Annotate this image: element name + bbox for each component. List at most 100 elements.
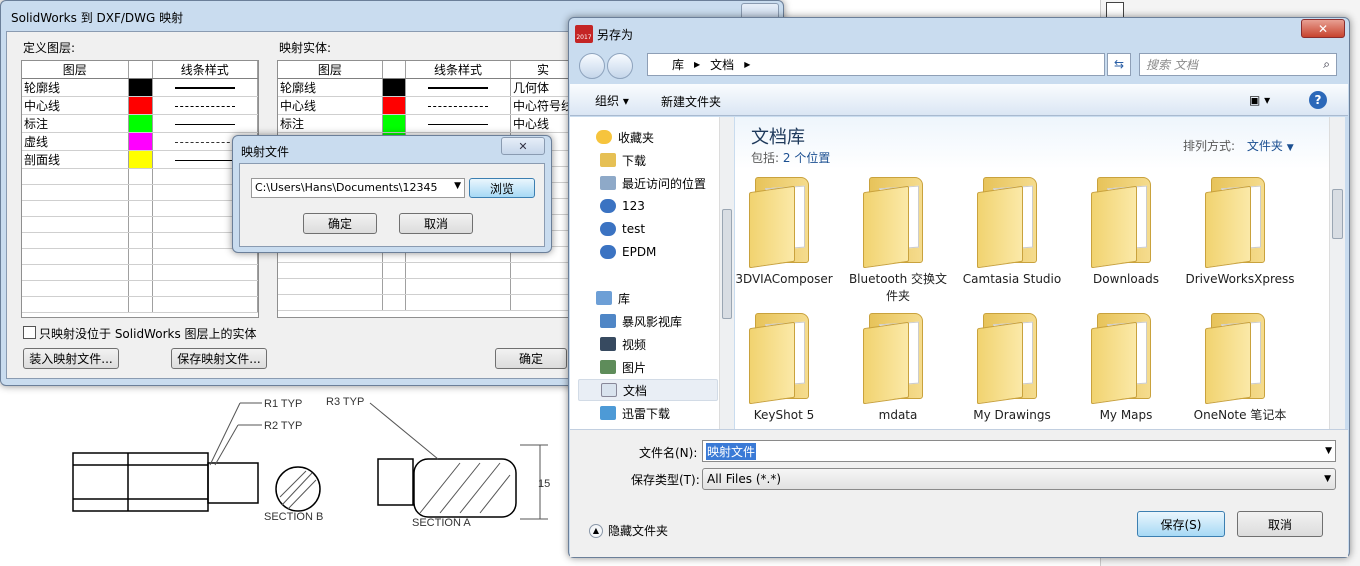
forward-button[interactable] [607, 53, 633, 79]
view-options-button[interactable]: ▣ ▾ [1249, 93, 1285, 109]
layer-color-cell[interactable] [382, 262, 407, 279]
layer-color-cell[interactable] [128, 232, 153, 249]
folder-item[interactable]: KeyShot 5 [735, 313, 839, 424]
map-file-ok-button[interactable]: 确定 [303, 213, 377, 234]
locations-link[interactable]: 2 个位置 [783, 151, 830, 165]
table-row[interactable]: 轮廓线 几何体 [278, 78, 576, 97]
only-unassigned-checkbox[interactable] [23, 326, 36, 339]
define-layers-grid[interactable]: 图层 线条样式 轮廓线 中心线 标注 虚线 剖面线 [21, 60, 259, 318]
layer-name-cell[interactable] [22, 168, 129, 185]
map-file-path-combobox[interactable]: C:\Users\Hans\Documents\12345 ▼ [251, 178, 465, 198]
chevron-right-icon[interactable]: ▶ [744, 60, 750, 69]
back-button[interactable] [579, 53, 605, 79]
chevron-down-icon[interactable]: ▼ [1287, 143, 1294, 153]
layer-color-cell[interactable] [128, 150, 153, 169]
filename-input[interactable]: 映射文件 ▼ [702, 440, 1336, 462]
layer-color-cell[interactable] [382, 78, 407, 97]
col-layer[interactable]: 图层 [22, 61, 129, 79]
chevron-right-icon[interactable]: ▶ [694, 60, 700, 69]
layer-color-cell[interactable] [128, 184, 153, 201]
line-style-cell[interactable] [152, 114, 258, 133]
entity-cell[interactable]: 几何体 [510, 78, 576, 97]
table-row[interactable] [22, 264, 258, 281]
layer-color-cell[interactable] [128, 280, 153, 297]
help-icon[interactable]: ? [1309, 91, 1327, 109]
nav-downloads[interactable]: 下载 [600, 149, 646, 171]
table-row[interactable] [22, 184, 258, 201]
entity-cell[interactable]: 中心线 [510, 114, 576, 133]
line-style-cell[interactable] [405, 78, 511, 97]
table-row[interactable] [22, 232, 258, 249]
layer-color-cell[interactable] [128, 114, 153, 133]
line-style-cell[interactable] [152, 264, 258, 281]
line-style-cell[interactable] [405, 294, 511, 311]
layer-color-cell[interactable] [128, 168, 153, 185]
map-file-cancel-button[interactable]: 取消 [399, 213, 473, 234]
content-pane[interactable]: 文档库 包括: 2 个位置 排列方式: 文件夹 ▼ 3DVIAComposer B… [735, 117, 1329, 429]
col-color[interactable] [382, 61, 407, 79]
table-row[interactable] [22, 248, 258, 265]
breadcrumb-documents[interactable]: 文档 [710, 56, 734, 73]
line-style-cell[interactable] [405, 278, 511, 295]
nav-pictures[interactable]: 图片 [600, 356, 646, 378]
line-style-cell[interactable] [405, 96, 511, 115]
nav-scrollbar[interactable] [719, 117, 734, 429]
table-row[interactable]: 虚线 [22, 132, 258, 151]
layer-name-cell[interactable] [22, 280, 129, 297]
content-scrollbar[interactable] [1329, 117, 1345, 429]
folder-item[interactable]: Downloads [1071, 177, 1181, 288]
col-layer[interactable]: 图层 [278, 61, 383, 79]
table-row[interactable] [278, 262, 576, 279]
table-row[interactable] [278, 278, 576, 295]
col-linestyle[interactable]: 线条样式 [152, 61, 258, 79]
layer-name-cell[interactable] [22, 216, 129, 233]
table-row[interactable] [278, 294, 576, 311]
layer-color-cell[interactable] [128, 78, 153, 97]
layer-name-cell[interactable] [22, 296, 129, 313]
table-row[interactable] [22, 280, 258, 297]
layer-color-cell[interactable] [128, 132, 153, 151]
table-row[interactable]: 剖面线 [22, 150, 258, 169]
layer-color-cell[interactable] [382, 278, 407, 295]
layer-color-cell[interactable] [128, 264, 153, 281]
layer-name-cell[interactable] [278, 262, 383, 279]
col-color[interactable] [128, 61, 153, 79]
layer-name-cell[interactable]: 剖面线 [22, 150, 129, 169]
layer-name-cell[interactable] [22, 200, 129, 217]
entity-cell[interactable] [510, 278, 576, 295]
folder-item[interactable]: DriveWorksXpress [1185, 177, 1295, 288]
entity-cell[interactable] [510, 262, 576, 279]
chevron-down-icon[interactable]: ▼ [454, 181, 461, 195]
refresh-button[interactable]: ⇆ [1107, 53, 1131, 76]
table-row[interactable]: 标注 中心线 [278, 114, 576, 133]
filetype-select[interactable]: All Files (*.*) ▼ [702, 468, 1336, 490]
new-folder-button[interactable]: 新建文件夹 [661, 93, 721, 110]
save-as-close-button[interactable]: ✕ [1301, 19, 1345, 38]
folder-item[interactable]: My Maps [1071, 313, 1181, 424]
entity-cell[interactable]: 中心符号线 [510, 96, 576, 115]
map-ok-button[interactable]: 确定 [495, 348, 567, 369]
folder-item[interactable]: OneNote 笔记本 [1185, 313, 1295, 424]
line-style-cell[interactable] [152, 78, 258, 97]
organize-button[interactable]: 组织 ▾ [595, 92, 629, 109]
load-map-button[interactable]: 装入映射文件... [23, 348, 119, 369]
layer-name-cell[interactable] [278, 294, 383, 311]
line-style-cell[interactable] [152, 280, 258, 297]
nav-test[interactable]: test [600, 218, 645, 240]
nav-123[interactable]: 123 [600, 195, 645, 217]
layer-name-cell[interactable] [22, 264, 129, 281]
layer-name-cell[interactable]: 中心线 [22, 96, 129, 115]
layer-color-cell[interactable] [128, 200, 153, 217]
layer-color-cell[interactable] [382, 294, 407, 311]
table-row[interactable]: 标注 [22, 114, 258, 133]
layer-color-cell[interactable] [128, 296, 153, 313]
folder-item[interactable]: My Drawings [957, 313, 1067, 424]
col-linestyle[interactable]: 线条样式 [405, 61, 511, 79]
map-file-close-button[interactable]: ✕ [501, 137, 545, 155]
chevron-down-icon[interactable]: ▼ [1324, 474, 1331, 484]
layer-name-cell[interactable]: 轮廓线 [278, 78, 383, 97]
nav-recent-places[interactable]: 最近访问的位置 [600, 172, 706, 194]
search-box[interactable]: 搜索 文档 ⌕ [1139, 53, 1337, 76]
layer-name-cell[interactable] [22, 232, 129, 249]
layer-name-cell[interactable]: 标注 [278, 114, 383, 133]
